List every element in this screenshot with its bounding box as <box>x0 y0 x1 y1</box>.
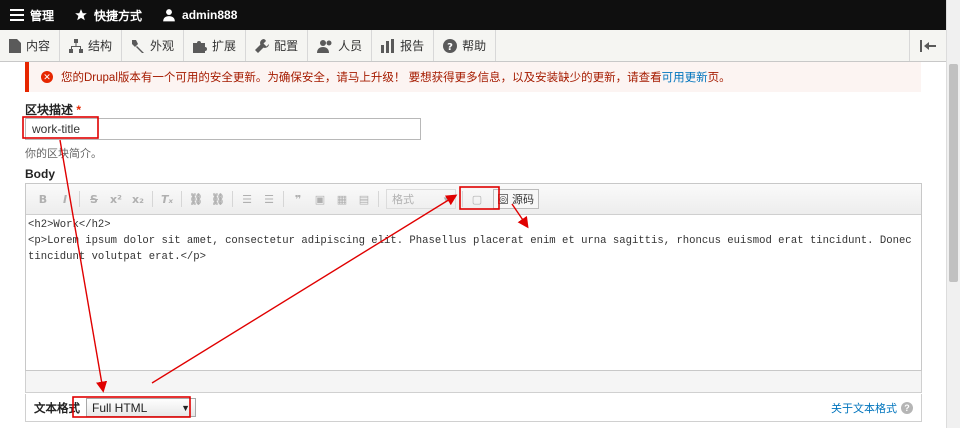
table-button[interactable]: ▦ <box>331 189 353 209</box>
unlink-button[interactable]: ⛓ <box>207 189 229 209</box>
toolbar-separator <box>152 191 153 207</box>
user-label: admin888 <box>182 8 238 22</box>
star-icon <box>75 9 87 21</box>
security-alert: ✕ 您的Drupal版本有一个可用的安全更新。为确保安全，请马上升级！ 要想获得… <box>25 62 921 92</box>
appearance-icon <box>132 39 145 53</box>
editor-status-bar <box>25 371 922 393</box>
toolbar-separator <box>378 191 379 207</box>
admin-toolbar: 管理 快捷方式 admin888 <box>0 0 946 30</box>
maximize-button[interactable]: ▢ <box>466 189 488 209</box>
manage-tab[interactable]: 管理 <box>0 0 64 30</box>
menu-item-config[interactable]: 配置 <box>246 30 309 61</box>
menu-item-label: 外观 <box>150 39 175 53</box>
menu-item-label: 报告 <box>400 39 425 53</box>
config-icon <box>255 38 270 53</box>
alert-suffix: 页。 <box>707 72 731 84</box>
text-format-select[interactable]: Full HTML ▼ <box>86 398 196 417</box>
toolbar-separator <box>181 191 182 207</box>
menu-item-label: 内容 <box>26 39 51 53</box>
label-text: 区块描述 <box>25 103 74 117</box>
chevron-down-icon: ▼ <box>442 194 450 204</box>
admin-menu: 内容 结构 外观 扩展 配置 人员 报告 ? 帮助 <box>0 30 946 62</box>
menu-item-appearance[interactable]: 外观 <box>122 30 185 61</box>
alert-text: 您的Drupal版本有一个可用的安全更新。为确保安全，请马上升级！ 要想获得更多… <box>61 72 662 84</box>
block-description-label: 区块描述 * <box>25 101 81 118</box>
blockquote-button[interactable]: ❞ <box>287 189 309 209</box>
menu-item-structure[interactable]: 结构 <box>60 30 123 61</box>
link-button[interactable]: ⛓ <box>185 189 207 209</box>
menu-item-label: 配置 <box>274 39 299 53</box>
menu-item-label: 结构 <box>88 39 113 53</box>
content-icon <box>9 38 21 53</box>
source-icon: ◎ <box>498 193 508 204</box>
text-format-row: 文本格式 Full HTML ▼ 关于文本格式 ? <box>25 394 922 422</box>
toolbar-separator <box>232 191 233 207</box>
source-button[interactable]: ◎ 源码 <box>493 189 539 209</box>
svg-text:?: ? <box>447 42 453 53</box>
user-tab[interactable]: admin888 <box>152 0 247 30</box>
image-button[interactable]: ▣ <box>309 189 331 209</box>
people-icon <box>317 39 332 53</box>
text-format-selected: Full HTML <box>92 400 148 415</box>
bold-button[interactable]: B <box>32 189 54 209</box>
numbered-list-button[interactable]: ☰ <box>258 189 280 209</box>
shortcuts-tab[interactable]: 快捷方式 <box>64 0 152 30</box>
body-editor: B I S x² x₂ Tₓ ⛓ ⛓ ☰ ☰ ❞ ▣ ▦ ▤ 格式 ▼ ▢ ◎ … <box>25 183 922 371</box>
menu-item-reports[interactable]: 报告 <box>372 30 435 61</box>
menu-item-help[interactable]: ? 帮助 <box>434 30 497 61</box>
toolbar-separator <box>283 191 284 207</box>
source-code-area[interactable]: <h2>Work</h2> <p>Lorem ipsum dolor sit a… <box>26 215 921 267</box>
toolbar-separator <box>462 191 463 207</box>
structure-icon <box>69 38 84 53</box>
menu-item-label: 扩展 <box>212 39 237 53</box>
hamburger-icon <box>10 9 24 21</box>
manage-label: 管理 <box>30 8 55 23</box>
horizontal-line-button[interactable]: ▤ <box>353 189 375 209</box>
text-format-label: 文本格式 <box>34 402 80 415</box>
user-icon <box>163 9 175 22</box>
source-label: 源码 <box>512 194 534 206</box>
available-updates-link[interactable]: 可用更新 <box>662 72 708 84</box>
body-label: Body <box>25 167 55 181</box>
help-icon: ? <box>443 38 458 53</box>
alert-message: 您的Drupal版本有一个可用的安全更新。为确保安全，请马上升级！ 要想获得更多… <box>61 69 731 85</box>
menu-item-label: 人员 <box>338 39 363 53</box>
format-placeholder: 格式 <box>392 194 414 206</box>
scrollbar-thumb[interactable] <box>949 64 958 282</box>
toolbar-separator <box>79 191 80 207</box>
menu-item-content[interactable]: 内容 <box>0 30 61 61</box>
collapse-toolbar-button[interactable] <box>909 30 946 61</box>
subscript-button[interactable]: x₂ <box>127 189 149 209</box>
menu-item-extend[interactable]: 扩展 <box>184 30 247 61</box>
chevron-down-icon: ▼ <box>181 402 190 413</box>
extend-icon <box>193 40 208 53</box>
menu-item-label: 帮助 <box>462 39 487 53</box>
block-description-input[interactable] <box>25 118 421 140</box>
page-scrollbar[interactable] <box>946 0 960 428</box>
menu-spacer <box>496 30 909 61</box>
about-text-formats[interactable]: 关于文本格式 ? <box>831 400 913 416</box>
menu-item-people[interactable]: 人员 <box>308 30 373 61</box>
block-description-help: 你的区块简介。 <box>25 148 102 160</box>
superscript-button[interactable]: x² <box>105 189 127 209</box>
question-icon: ? <box>901 402 913 414</box>
italic-button[interactable]: I <box>54 189 76 209</box>
strikethrough-button[interactable]: S <box>83 189 105 209</box>
bulleted-list-button[interactable]: ☰ <box>236 189 258 209</box>
collapse-icon <box>920 39 936 52</box>
about-text-formats-link[interactable]: 关于文本格式 <box>831 400 897 416</box>
required-mark: * <box>76 103 82 117</box>
editor-toolbar: B I S x² x₂ Tₓ ⛓ ⛓ ☰ ☰ ❞ ▣ ▦ ▤ 格式 ▼ ▢ ◎ … <box>26 184 921 215</box>
reports-icon <box>381 38 395 53</box>
error-icon: ✕ <box>41 71 53 83</box>
shortcuts-label: 快捷方式 <box>94 8 143 23</box>
remove-format-button[interactable]: Tₓ <box>156 189 178 209</box>
format-dropdown[interactable]: 格式 ▼ <box>386 189 456 209</box>
